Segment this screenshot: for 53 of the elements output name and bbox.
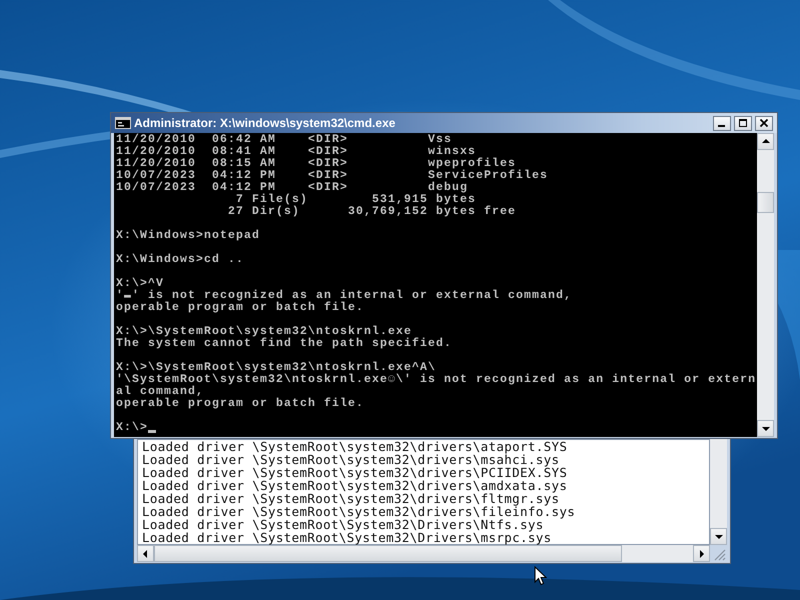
vertical-scrollbar[interactable]: [757, 133, 774, 437]
console-line: '▬' is not recognized as an internal or external command,: [116, 290, 574, 302]
console-line: operable program or batch file.: [116, 302, 366, 314]
console-line: X:\>^V: [116, 278, 166, 290]
mouse-pointer-icon: [534, 566, 547, 586]
console-line: al command,: [116, 386, 206, 398]
log-line: Loaded driver \SystemRoot\system32\drivers\PCIIDEX.SYS: [142, 466, 568, 479]
console-line: 10/07/2023 04:12 PM <DIR> debug: [116, 182, 468, 194]
console-line: The system cannot find the path specified.: [116, 338, 454, 350]
scroll-thumb[interactable]: [757, 192, 774, 213]
console-line: X:\>\SystemRoot\system32\ntoskrnl.exe: [116, 326, 412, 338]
close-button[interactable]: [755, 116, 773, 130]
console-line: X:\Windows>cd ..: [116, 254, 246, 266]
console-line: '\SystemRoot\system32\ntoskrnl.exe☺\' is not recognized as an internal or extern: [116, 374, 757, 386]
console-line: 10/07/2023 04:12 PM <DIR> ServiceProfiles: [116, 170, 550, 182]
arrow-right-icon: [700, 550, 704, 558]
close-icon: [760, 118, 768, 128]
scroll-down-button[interactable]: [710, 528, 727, 545]
log-line: Loaded driver \SystemRoot\System32\Drivers\Ntfs.sys: [142, 518, 544, 531]
console-app-icon: [115, 117, 131, 129]
console-line: 7 File(s) 531,915 bytes: [235, 194, 478, 206]
minimize-button[interactable]: [713, 116, 731, 130]
console-line: X:\>\SystemRoot\system32\ntoskrnl.exe^A\: [116, 362, 438, 374]
console-line: 11/20/2010 08:15 AM <DIR> wpeprofiles: [116, 158, 516, 170]
scroll-up-button[interactable]: [757, 133, 774, 150]
minimize-icon: [718, 125, 725, 127]
scroll-down-button[interactable]: [757, 420, 774, 437]
scroll-thumb[interactable]: [154, 545, 622, 562]
horizontal-scrollbar[interactable]: [137, 545, 710, 562]
log-line: Loaded driver \SystemRoot\System32\Drivers\msrpc.sys: [142, 531, 553, 544]
arrow-up-icon: [762, 138, 770, 142]
console-line: 11/20/2010 06:42 AM <DIR> Vss: [116, 134, 452, 146]
console-line: X:\Windows>notepad: [116, 230, 262, 242]
log-line: Loaded driver \SystemRoot\system32\drivers\fileinfo.sys: [142, 505, 576, 518]
console-line: 27 Dir(s) 30,769,152 bytes free: [227, 206, 518, 218]
window-title: Administrator: X:\windows\system32\cmd.exe: [134, 116, 396, 130]
command-prompt: X:\>: [116, 422, 148, 434]
log-line: Loaded driver \SystemRoot\system32\drivers\fltmgr.sys: [142, 492, 560, 505]
log-line: Loaded driver \SystemRoot\system32\drivers\msahci.sys: [142, 453, 560, 466]
maximize-button[interactable]: [734, 116, 752, 130]
text-area[interactable]: [137, 439, 710, 545]
log-line: Loaded driver \SystemRoot\system32\drivers\amdxata.sys: [142, 479, 568, 492]
console-line: 11/20/2010 08:41 AM <DIR> winsxs: [116, 146, 476, 158]
log-line: Loaded driver \SystemRoot\system32\drivers\ataport.SYS: [142, 440, 568, 453]
console-line: operable program or batch file.: [116, 398, 366, 410]
scroll-left-button[interactable]: [137, 545, 154, 562]
text-cursor: [148, 430, 156, 433]
arrow-left-icon: [142, 550, 146, 558]
arrow-down-icon: [762, 426, 770, 430]
scroll-right-button[interactable]: [693, 545, 710, 562]
vertical-scrollbar[interactable]: [710, 439, 727, 545]
arrow-down-icon: [714, 534, 722, 538]
maximize-icon: [739, 119, 747, 127]
